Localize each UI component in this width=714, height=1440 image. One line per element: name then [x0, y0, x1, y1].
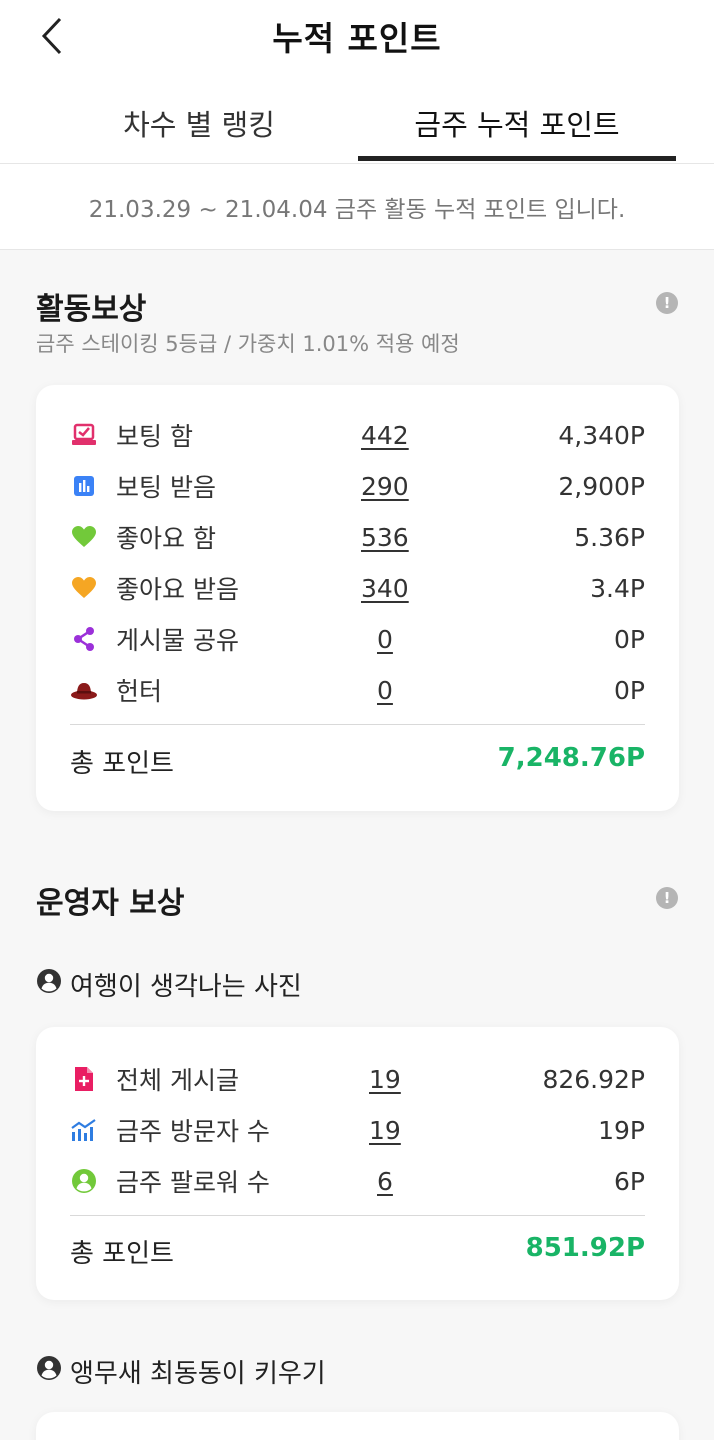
community-name: 여행이 생각나는 사진: [70, 972, 302, 1002]
row-count-link[interactable]: 0: [377, 676, 393, 705]
row-count-link[interactable]: 6: [377, 1167, 393, 1196]
list-item: 보팅 받음 290 2,900P: [70, 466, 645, 506]
total-label: 총 포인트: [70, 749, 174, 779]
operator-section-title: 운영자 보상: [36, 886, 185, 921]
row-points: 0P: [614, 675, 645, 705]
row-label: 전체 게시글: [116, 1066, 239, 1095]
row-points: 6P: [614, 1166, 645, 1196]
row-count-link[interactable]: 442: [361, 421, 409, 450]
row-points: 2,900P: [558, 471, 645, 501]
row-label: 보팅 함: [116, 422, 193, 451]
community-heading: 앵무새 최동동이 키우기: [36, 1353, 326, 1390]
tab-round-ranking[interactable]: 차수 별 랭킹: [40, 82, 358, 164]
row-label: 금주 팔로워 수: [116, 1168, 270, 1197]
heart-icon: [70, 523, 98, 551]
page-title: 누적 포인트: [272, 19, 442, 58]
divider: [70, 724, 645, 725]
list-item: 게시물 공유 0 0P: [70, 619, 645, 659]
period-notice: 21.03.29 ~ 21.04.04 금주 활동 누적 포인트 입니다.: [0, 164, 714, 250]
activity-section-subtitle: 금주 스테이킹 5등급 / 가중치 1.01% 적용 예정: [36, 332, 460, 356]
stats-icon: [70, 1116, 98, 1144]
row-points: 3.4P: [590, 573, 645, 603]
total-value: 851.92P: [525, 1233, 645, 1263]
divider: [70, 1215, 645, 1216]
row-points: 19P: [598, 1115, 645, 1145]
active-tab-indicator: [358, 156, 676, 161]
list-item: 보팅 함 442 4,340P: [70, 415, 645, 455]
row-label: 좋아요 받음: [116, 575, 239, 604]
document-plus-icon: [70, 1065, 98, 1093]
row-points: 5.36P: [574, 522, 645, 552]
share-icon: [70, 625, 98, 653]
list-item: 전체 게시글 19 826.92P: [70, 1059, 645, 1099]
row-count-link[interactable]: 340: [361, 574, 409, 603]
row-count-link[interactable]: 290: [361, 472, 409, 501]
row-label: 보팅 받음: [116, 473, 216, 502]
community-heading: 여행이 생각나는 사진: [36, 966, 302, 1003]
total-row: 총 포인트 851.92P: [70, 1229, 645, 1269]
total-row: 총 포인트 7,248.76P: [70, 739, 645, 779]
activity-card: 보팅 함 442 4,340P 보팅 받음 290 2,900P 좋아요 함 5…: [36, 385, 679, 811]
row-count-link[interactable]: 19: [369, 1065, 401, 1094]
user-circle-icon: [70, 1167, 98, 1195]
row-count-link[interactable]: 0: [377, 625, 393, 654]
total-label: 총 포인트: [70, 1239, 174, 1269]
community-card: [36, 1412, 679, 1440]
bar-chart-icon: [70, 472, 98, 500]
row-label: 금주 방문자 수: [116, 1117, 270, 1146]
info-icon[interactable]: !: [656, 887, 678, 909]
tab-weekly-points[interactable]: 금주 누적 포인트: [358, 82, 676, 164]
row-points: 0P: [614, 624, 645, 654]
user-icon: [36, 1355, 62, 1388]
tab-bar: 차수 별 랭킹 금주 누적 포인트: [0, 82, 714, 164]
row-label: 게시물 공유: [116, 626, 239, 655]
list-item: 좋아요 함 536 5.36P: [70, 517, 645, 557]
row-count-link[interactable]: 19: [369, 1116, 401, 1145]
total-value: 7,248.76P: [497, 743, 645, 773]
row-label: 헌터: [116, 677, 163, 706]
community-name: 앵무새 최동동이 키우기: [70, 1359, 326, 1389]
app-header: 누적 포인트: [0, 0, 714, 82]
info-icon[interactable]: !: [656, 292, 678, 314]
list-item: 헌터 0 0P: [70, 670, 645, 710]
community-card: 전체 게시글 19 826.92P 금주 방문자 수 19 19P 금주 팔로워…: [36, 1027, 679, 1300]
activity-section-title: 활동보상: [36, 292, 147, 327]
row-points: 826.92P: [542, 1064, 645, 1094]
list-item: 좋아요 받음 340 3.4P: [70, 568, 645, 608]
hat-icon: [70, 676, 98, 704]
row-points: 4,340P: [558, 420, 645, 450]
heart-icon: [70, 574, 98, 602]
vote-box-icon: [70, 421, 98, 449]
list-item: 금주 방문자 수 19 19P: [70, 1110, 645, 1150]
user-icon: [36, 968, 62, 1001]
row-count-link[interactable]: 536: [361, 523, 409, 552]
list-item: 금주 팔로워 수 6 6P: [70, 1161, 645, 1201]
row-label: 좋아요 함: [116, 524, 216, 553]
